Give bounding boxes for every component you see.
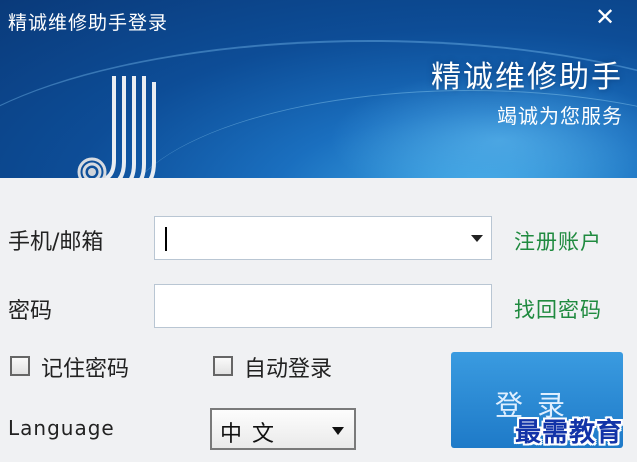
language-value: 中文 xyxy=(220,422,285,447)
text-caret xyxy=(165,227,167,251)
account-combobox[interactable] xyxy=(154,216,492,260)
header-banner: 精诚维修助手登录 ✕ 精诚维修助手 竭诚为您服务 xyxy=(0,0,637,178)
recover-password-link[interactable]: 找回密码 xyxy=(514,294,602,324)
password-field[interactable] xyxy=(154,284,492,328)
auto-login-checkbox[interactable] xyxy=(213,356,233,376)
account-input[interactable] xyxy=(155,217,491,259)
remember-password-checkbox[interactable] xyxy=(10,356,30,376)
close-icon[interactable]: ✕ xyxy=(591,3,619,31)
remember-password-label: 记住密码 xyxy=(41,357,130,382)
chevron-down-icon xyxy=(332,427,344,435)
password-label: 密码 xyxy=(8,299,53,324)
register-link[interactable]: 注册账户 xyxy=(514,226,602,256)
brand-title: 精诚维修助手 xyxy=(431,60,623,95)
account-label: 手机/邮箱 xyxy=(8,230,104,255)
chevron-down-icon[interactable] xyxy=(471,235,483,242)
company-logo xyxy=(77,76,156,178)
watermark-text: 最需教育 xyxy=(515,418,624,448)
brand-subtitle: 竭诚为您服务 xyxy=(497,104,623,128)
language-select[interactable]: 中文 xyxy=(210,408,356,450)
password-input[interactable] xyxy=(155,285,491,327)
window-title: 精诚维修助手登录 xyxy=(8,12,169,34)
language-label: Language xyxy=(8,416,115,440)
auto-login-label: 自动登录 xyxy=(244,357,333,382)
